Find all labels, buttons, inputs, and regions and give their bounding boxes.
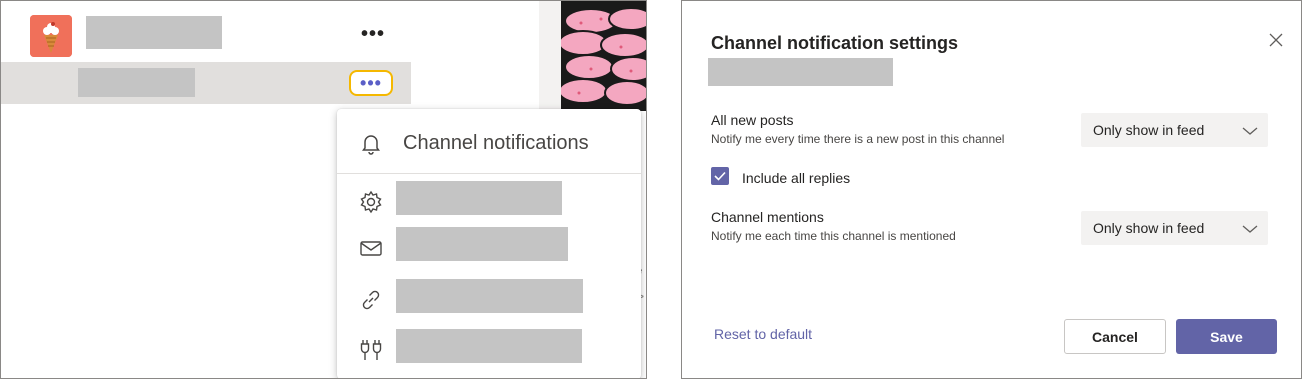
dialog-title: Channel notification settings	[711, 33, 959, 53]
menu-item-label: Channel notifications	[403, 132, 589, 154]
menu-item-label-redacted	[396, 279, 583, 313]
ice-cream-avatar-icon	[30, 15, 72, 57]
connectors-icon	[358, 337, 384, 363]
reset-to-default-link[interactable]: Reset to default	[714, 326, 812, 342]
menu-item-connectors[interactable]	[337, 327, 641, 371]
chevron-down-icon	[1241, 124, 1259, 136]
menu-item-link[interactable]	[337, 277, 641, 321]
channel-row[interactable]: •••	[1, 62, 411, 104]
link-icon	[358, 287, 384, 313]
bell-icon	[359, 131, 383, 155]
all-new-posts-title: All new posts	[711, 112, 794, 128]
team-row[interactable]: •••	[1, 1, 411, 61]
team-more-options-button[interactable]: •••	[355, 21, 391, 47]
channel-mentions-description: Notify me each time this channel is ment…	[711, 229, 956, 243]
channel-more-options-button[interactable]: •••	[349, 70, 393, 96]
menu-item-settings[interactable]	[337, 179, 641, 223]
menu-item-label-redacted	[396, 227, 568, 261]
channel-notification-settings-dialog: Channel notification settings All new po…	[681, 0, 1302, 379]
menu-divider	[337, 173, 641, 174]
all-new-posts-description: Notify me every time there is a new post…	[711, 132, 1005, 146]
menu-item-email[interactable]	[337, 225, 641, 269]
menu-item-label-redacted	[396, 181, 562, 215]
chevron-down-icon	[1241, 222, 1259, 234]
team-name-redacted	[86, 16, 222, 49]
menu-item-label-redacted	[396, 329, 582, 363]
save-button[interactable]: Save	[1176, 319, 1277, 354]
channel-context-menu: Channel notifications	[337, 109, 641, 378]
channel-mentions-title: Channel mentions	[711, 209, 824, 225]
dropdown-value: Only show in feed	[1093, 220, 1205, 236]
channel-name-redacted	[78, 68, 195, 97]
teams-channel-panel: ••• ••• e >	[0, 0, 647, 379]
mail-icon	[358, 235, 384, 261]
menu-item-channel-notifications[interactable]: Channel notifications	[337, 109, 641, 173]
dialog-channel-name-redacted	[708, 58, 893, 86]
close-icon[interactable]	[1265, 29, 1287, 51]
all-new-posts-dropdown[interactable]: Only show in feed	[1081, 113, 1268, 147]
include-replies-checkbox[interactable]	[711, 167, 729, 185]
dropdown-value: Only show in feed	[1093, 122, 1205, 138]
gear-icon	[358, 189, 384, 215]
cancel-button[interactable]: Cancel	[1064, 319, 1166, 354]
channel-mentions-dropdown[interactable]: Only show in feed	[1081, 211, 1268, 245]
include-replies-label: Include all replies	[742, 170, 851, 186]
